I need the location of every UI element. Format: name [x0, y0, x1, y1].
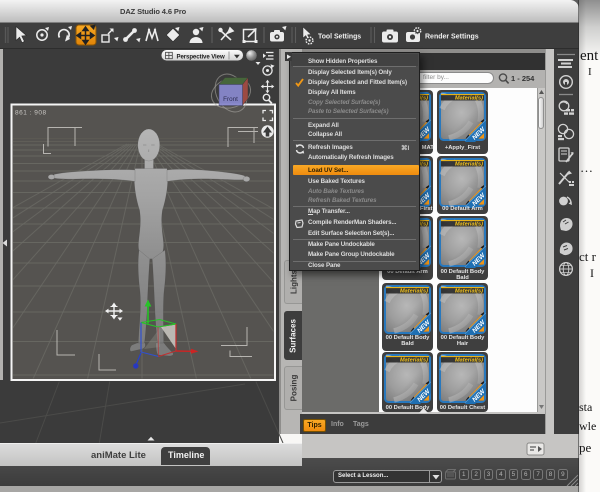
svg-text:Render Settings: Render Settings — [425, 33, 479, 40]
svg-text:Tool Settings: Tool Settings — [318, 33, 361, 40]
svg-text:861 : 908: 861 : 908 — [15, 110, 47, 117]
svg-text:Perspective View: Perspective View — [177, 53, 225, 60]
svg-text:Front: Front — [223, 96, 238, 103]
